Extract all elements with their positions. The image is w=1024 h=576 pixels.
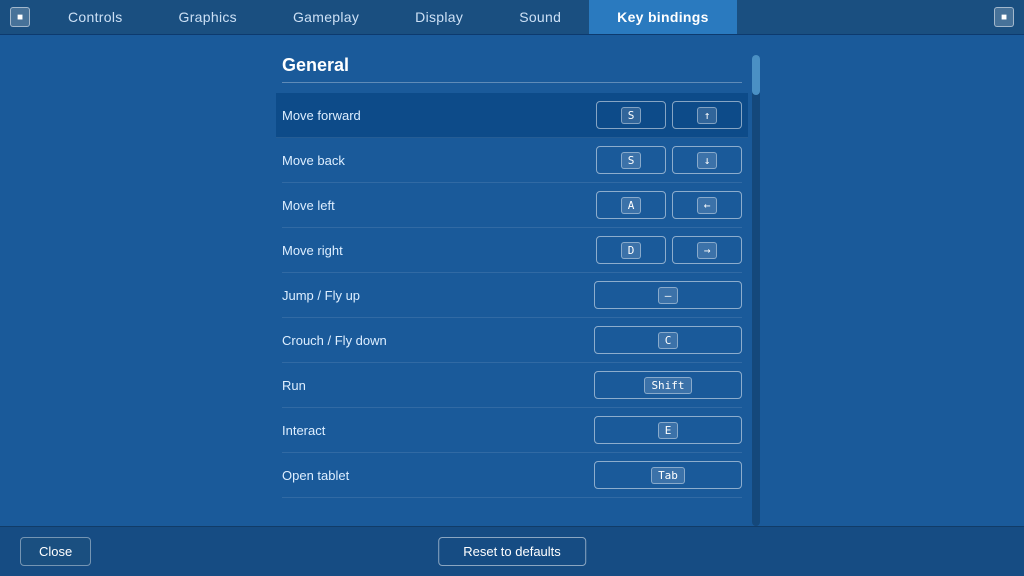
binding-row-2: Move leftA← bbox=[282, 183, 742, 228]
key-btn-1-0[interactable]: S bbox=[596, 146, 666, 174]
close-button[interactable]: Close bbox=[20, 537, 91, 566]
key-btn-0-0[interactable]: S bbox=[596, 101, 666, 129]
binding-row-4: Jump / Fly up— bbox=[282, 273, 742, 318]
main-content: General Move forwardS↑Move backS↓Move le… bbox=[0, 35, 1024, 526]
key-btn-8-0[interactable]: Tab bbox=[594, 461, 742, 489]
binding-row-7: InteractE bbox=[282, 408, 742, 453]
action-label-8: Open tablet bbox=[282, 468, 594, 483]
key-btn-4-0[interactable]: — bbox=[594, 281, 742, 309]
key-buttons-0: S↑ bbox=[596, 101, 742, 129]
key-btn-6-0[interactable]: Shift bbox=[594, 371, 742, 399]
right-icon-box: ■ bbox=[994, 7, 1014, 27]
top-bar-left-icon: ■ bbox=[0, 0, 40, 34]
top-bar: ■ ControlsGraphicsGameplayDisplaySoundKe… bbox=[0, 0, 1024, 35]
key-buttons-2: A← bbox=[596, 191, 742, 219]
binding-row-6: RunShift bbox=[282, 363, 742, 408]
action-label-0: Move forward bbox=[282, 108, 596, 123]
key-buttons-1: S↓ bbox=[596, 146, 742, 174]
key-btn-3-0[interactable]: D bbox=[596, 236, 666, 264]
settings-panel: General Move forwardS↑Move backS↓Move le… bbox=[282, 55, 742, 526]
binding-row-8: Open tabletTab bbox=[282, 453, 742, 498]
key-buttons-5: C bbox=[594, 326, 742, 354]
key-buttons-6: Shift bbox=[594, 371, 742, 399]
action-label-1: Move back bbox=[282, 153, 596, 168]
reset-defaults-button[interactable]: Reset to defaults bbox=[438, 537, 586, 566]
key-btn-0-1[interactable]: ↑ bbox=[672, 101, 742, 129]
tab-controls[interactable]: Controls bbox=[40, 0, 151, 34]
section-title: General bbox=[282, 55, 742, 83]
key-btn-2-1[interactable]: ← bbox=[672, 191, 742, 219]
key-buttons-4: — bbox=[594, 281, 742, 309]
key-btn-3-1[interactable]: → bbox=[672, 236, 742, 264]
binding-row-5: Crouch / Fly downC bbox=[282, 318, 742, 363]
binding-row-0: Move forwardS↑ bbox=[276, 93, 748, 138]
tab-graphics[interactable]: Graphics bbox=[151, 0, 265, 34]
action-label-7: Interact bbox=[282, 423, 594, 438]
key-btn-1-1[interactable]: ↓ bbox=[672, 146, 742, 174]
key-btn-5-0[interactable]: C bbox=[594, 326, 742, 354]
tab-display[interactable]: Display bbox=[387, 0, 491, 34]
key-buttons-3: D→ bbox=[596, 236, 742, 264]
binding-row-3: Move rightD→ bbox=[282, 228, 742, 273]
binding-row-1: Move backS↓ bbox=[282, 138, 742, 183]
scrollbar-track[interactable] bbox=[752, 55, 760, 526]
scrollbar-thumb[interactable] bbox=[752, 55, 760, 95]
key-btn-2-0[interactable]: A bbox=[596, 191, 666, 219]
tab-keybindings[interactable]: Key bindings bbox=[589, 0, 737, 34]
action-label-2: Move left bbox=[282, 198, 596, 213]
action-label-3: Move right bbox=[282, 243, 596, 258]
left-icon-box: ■ bbox=[10, 7, 30, 27]
action-label-5: Crouch / Fly down bbox=[282, 333, 594, 348]
key-buttons-7: E bbox=[594, 416, 742, 444]
tab-sound[interactable]: Sound bbox=[491, 0, 589, 34]
tab-gameplay[interactable]: Gameplay bbox=[265, 0, 387, 34]
key-buttons-8: Tab bbox=[594, 461, 742, 489]
nav-tabs: ControlsGraphicsGameplayDisplaySoundKey … bbox=[40, 0, 984, 34]
action-label-4: Jump / Fly up bbox=[282, 288, 594, 303]
bottom-bar: Close Reset to defaults bbox=[0, 526, 1024, 576]
action-label-6: Run bbox=[282, 378, 594, 393]
key-btn-7-0[interactable]: E bbox=[594, 416, 742, 444]
bindings-list: Move forwardS↑Move backS↓Move leftA←Move… bbox=[282, 93, 742, 498]
top-bar-right-icon: ■ bbox=[984, 0, 1024, 34]
